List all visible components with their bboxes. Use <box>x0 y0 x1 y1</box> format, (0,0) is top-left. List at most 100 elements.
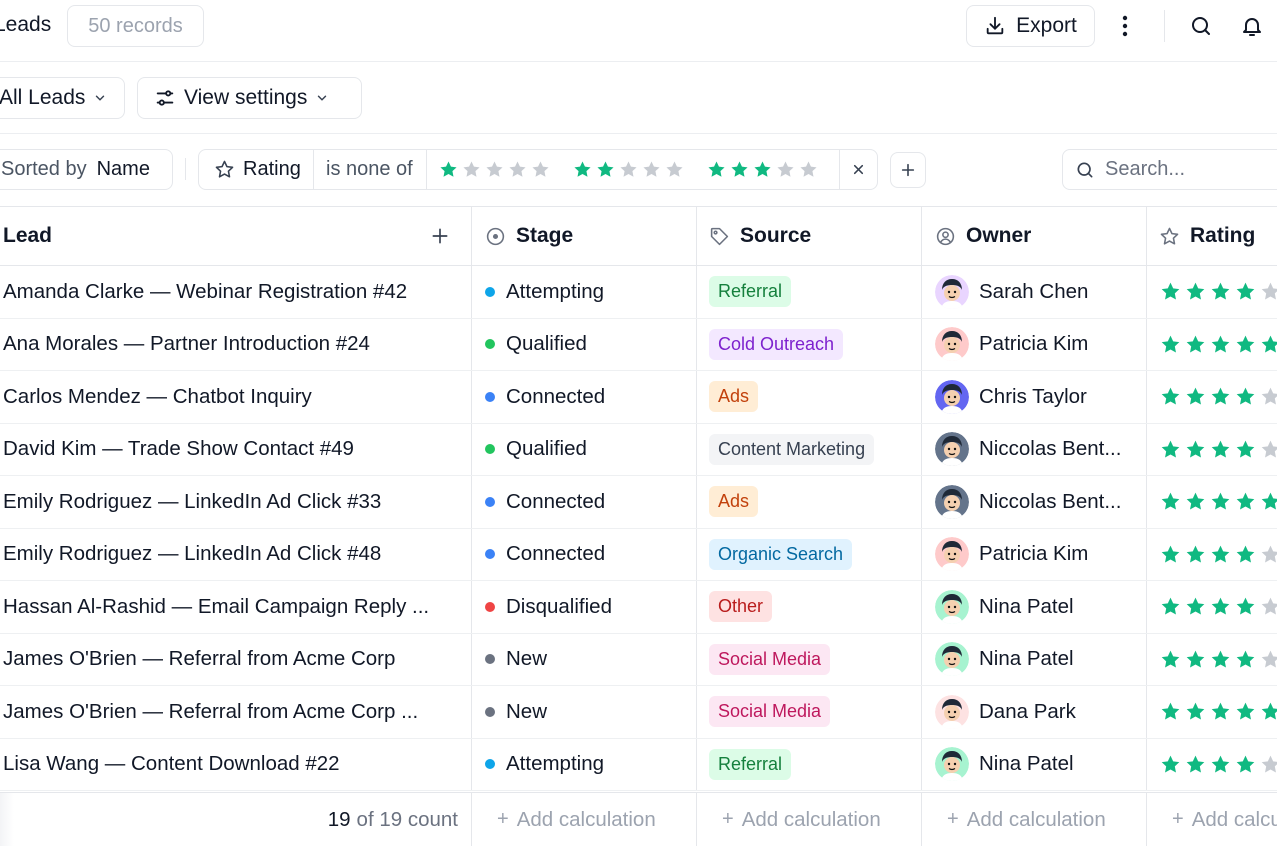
column-header-label: Stage <box>516 224 574 247</box>
owner-cell[interactable]: Patricia Kim <box>922 318 1147 370</box>
source-cell[interactable]: Social Media <box>697 686 922 738</box>
stage-cell[interactable]: Connected <box>472 528 697 580</box>
star-outline-icon <box>1160 227 1179 245</box>
add-calculation-rating[interactable]: + Add calculation <box>1147 793 1277 846</box>
lead-cell[interactable]: Emily Rodriguez — LinkedIn Ad Click #33 <box>0 476 472 528</box>
stage-label: Qualified <box>506 437 587 461</box>
column-header-rating[interactable]: Rating <box>1147 207 1277 265</box>
filter-field[interactable]: Rating <box>199 150 314 189</box>
rating-cell[interactable] <box>1147 266 1277 318</box>
star-filled-icon <box>1161 282 1180 300</box>
table-row[interactable]: James O'Brien — Referral from Acme Corp N… <box>0 633 1277 686</box>
source-cell[interactable]: Referral <box>697 738 922 790</box>
rating-cell[interactable] <box>1147 476 1277 528</box>
stage-cell[interactable]: Attempting <box>472 266 697 318</box>
rating-cell[interactable] <box>1147 686 1277 738</box>
more-options-button[interactable] <box>1110 10 1140 42</box>
stage-cell[interactable]: New <box>472 633 697 685</box>
search-button[interactable] <box>1185 10 1217 42</box>
sort-chip[interactable]: Sorted by Name <box>0 149 173 190</box>
source-cell[interactable]: Cold Outreach <box>697 318 922 370</box>
lead-cell[interactable]: Hassan Al-Rashid — Email Campaign Reply … <box>0 581 472 633</box>
source-cell[interactable]: Referral <box>697 266 922 318</box>
rating-cell[interactable] <box>1147 371 1277 423</box>
table-row[interactable]: David Kim — Trade Show Contact #49 Qualif… <box>0 423 1277 476</box>
table-row[interactable]: Emily Rodriguez — LinkedIn Ad Click #48 C… <box>0 528 1277 581</box>
owner-cell[interactable]: Chris Taylor <box>922 371 1147 423</box>
owner-cell[interactable]: Sarah Chen <box>922 266 1147 318</box>
rating-cell[interactable] <box>1147 529 1277 581</box>
source-cell[interactable]: Social Media <box>697 633 922 685</box>
source-cell[interactable]: Ads <box>697 476 922 528</box>
search-field[interactable] <box>1062 149 1277 190</box>
column-header-stage[interactable]: Stage <box>472 207 697 265</box>
owner-cell[interactable]: Nina Patel <box>922 633 1147 685</box>
table-row[interactable]: Ana Morales — Partner Introduction #24 Qu… <box>0 318 1277 371</box>
bell-icon <box>1243 18 1261 36</box>
owner-name: Niccolas Bent... <box>979 437 1122 461</box>
source-cell[interactable]: Content Marketing <box>697 423 922 475</box>
lead-cell[interactable]: James O'Brien — Referral from Acme Corp <box>0 633 472 685</box>
stage-cell[interactable]: Connected <box>472 371 697 423</box>
lead-cell[interactable]: James O'Brien — Referral from Acme Corp … <box>0 686 472 738</box>
remove-filter-button[interactable] <box>840 150 876 189</box>
star-filled-icon <box>1236 545 1255 563</box>
owner-cell[interactable]: Nina Patel <box>922 581 1147 633</box>
table-row[interactable]: Carlos Mendez — Chatbot Inquiry Connected… <box>0 371 1277 424</box>
stage-cell[interactable]: Qualified <box>472 318 697 370</box>
rating-cell[interactable] <box>1147 424 1277 476</box>
owner-cell[interactable]: Niccolas Bent... <box>922 423 1147 475</box>
plus-icon[interactable] <box>430 226 450 246</box>
lead-cell[interactable]: Ana Morales — Partner Introduction #24 <box>0 318 472 370</box>
stage-cell[interactable]: Attempting <box>472 738 697 790</box>
column-header-source[interactable]: Source <box>697 207 922 265</box>
table-row[interactable]: Lisa Wang — Content Download #22 Attempti… <box>0 738 1277 791</box>
lead-cell[interactable]: David Kim — Trade Show Contact #49 <box>0 423 472 475</box>
stage-status-dot <box>485 391 495 402</box>
stage-cell[interactable]: Qualified <box>472 423 697 475</box>
lead-name: Hassan Al-Rashid — Email Campaign Reply … <box>3 594 430 618</box>
search-input[interactable] <box>1105 158 1265 181</box>
add-calculation-owner[interactable]: + Add calculation <box>922 793 1147 846</box>
rating-cell[interactable] <box>1147 319 1277 371</box>
table-row[interactable]: Amanda Clarke — Webinar Registration #42… <box>0 266 1277 319</box>
owner-cell[interactable]: Dana Park <box>922 686 1147 738</box>
add-calculation-source[interactable]: + Add calculation <box>697 793 922 846</box>
stage-cell[interactable]: New <box>472 686 697 738</box>
lead-name: James O'Brien — Referral from Acme Corp … <box>3 699 419 723</box>
notifications-button[interactable] <box>1236 10 1268 42</box>
column-header-owner[interactable]: Owner <box>922 207 1147 265</box>
lead-cell[interactable]: Emily Rodriguez — LinkedIn Ad Click #48 <box>0 528 472 580</box>
view-settings-button[interactable]: View settings <box>137 77 362 119</box>
lead-cell[interactable]: Lisa Wang — Content Download #22 <box>0 738 472 790</box>
owner-name: Patricia Kim <box>979 542 1089 566</box>
filter-operator[interactable]: is none of <box>314 150 427 189</box>
stage-cell[interactable]: Connected <box>472 476 697 528</box>
table-row[interactable]: Emily Rodriguez — LinkedIn Ad Click #33 C… <box>0 476 1277 529</box>
plus-icon: + <box>1172 808 1184 830</box>
filter-values[interactable] <box>427 150 840 189</box>
column-header-lead[interactable]: Lead <box>0 207 472 265</box>
export-button[interactable]: Export <box>966 5 1095 47</box>
view-selector[interactable]: All Leads <box>0 77 125 119</box>
owner-cell[interactable]: Patricia Kim <box>922 528 1147 580</box>
rating-cell[interactable] <box>1147 739 1277 791</box>
rating-cell[interactable] <box>1147 634 1277 686</box>
owner-cell[interactable]: Nina Patel <box>922 738 1147 790</box>
rating-stars <box>1159 280 1277 303</box>
source-cell[interactable]: Other <box>697 581 922 633</box>
add-filter-button[interactable] <box>890 152 926 188</box>
table-row[interactable]: James O'Brien — Referral from Acme Corp … <box>0 686 1277 739</box>
source-cell[interactable]: Organic Search <box>697 528 922 580</box>
add-calculation-stage[interactable]: + Add calculation <box>472 793 697 846</box>
stage-cell[interactable]: Disqualified <box>472 581 697 633</box>
more-vertical-icon <box>1122 15 1128 37</box>
rating-cell[interactable] <box>1147 581 1277 633</box>
source-cell[interactable]: Ads <box>697 371 922 423</box>
table-row[interactable]: Hassan Al-Rashid — Email Campaign Reply … <box>0 581 1277 634</box>
rating-filter-chip[interactable]: Rating is none of <box>198 149 878 190</box>
star-filled-icon <box>1186 492 1205 510</box>
lead-cell[interactable]: Carlos Mendez — Chatbot Inquiry <box>0 371 472 423</box>
lead-cell[interactable]: Amanda Clarke — Webinar Registration #42 <box>0 266 472 318</box>
owner-cell[interactable]: Niccolas Bent... <box>922 476 1147 528</box>
